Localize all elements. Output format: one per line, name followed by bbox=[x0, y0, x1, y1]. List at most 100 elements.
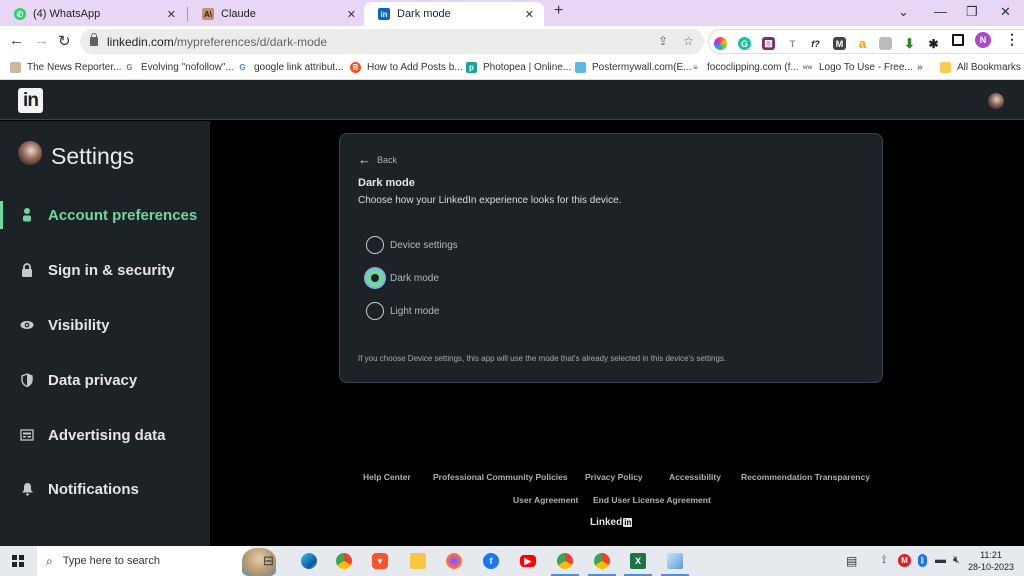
menu-icon[interactable]: ⋮ bbox=[1005, 31, 1019, 48]
m-icon[interactable]: M bbox=[833, 37, 846, 50]
footer-link-user-agreement[interactable]: User Agreement bbox=[513, 495, 578, 505]
notepad-icon[interactable] bbox=[667, 553, 683, 569]
sidebar-item-advertising-data[interactable]: Advertising data bbox=[0, 420, 210, 450]
bookmark-label: Photopea | Online... bbox=[483, 62, 572, 73]
bookmark-star-icon[interactable]: ☆ bbox=[683, 34, 694, 48]
dark-mode-card: ← Back Dark mode Choose how your LinkedI… bbox=[339, 133, 883, 383]
address-bar[interactable]: linkedin.com/mypreferences/d/dark-mode ⇪… bbox=[80, 29, 704, 54]
bookmark-item[interactable]: Postermywall.com(E... bbox=[575, 62, 691, 73]
chrome-icon[interactable] bbox=[336, 553, 352, 569]
bookmark-label: google link attribut... bbox=[254, 62, 344, 73]
screenshot-icon[interactable] bbox=[879, 37, 892, 50]
tab-search-button[interactable]: ⌄ bbox=[898, 4, 909, 20]
chrome-profile-icon[interactable] bbox=[557, 553, 573, 569]
bookmark-item[interactable]: p Photopea | Online... bbox=[466, 62, 571, 73]
bookmark-item[interactable]: ww Logo To Use - Free... bbox=[802, 62, 913, 73]
close-window-button[interactable]: ✕ bbox=[1000, 4, 1011, 20]
profile-avatar[interactable] bbox=[18, 141, 42, 165]
windows-start-icon[interactable] bbox=[12, 555, 24, 567]
a-icon[interactable]: a bbox=[856, 36, 869, 51]
footer-link-accessibility[interactable]: Accessibility bbox=[669, 472, 721, 482]
radio-button[interactable] bbox=[366, 302, 384, 320]
tab-dark-mode[interactable]: in Dark mode ✕ bbox=[364, 2, 544, 26]
close-tab-icon[interactable]: ✕ bbox=[167, 8, 176, 21]
back-arrow-icon[interactable]: ← bbox=[9, 32, 24, 49]
puzzle-icon[interactable]: ✱ bbox=[927, 37, 940, 51]
color-picker-icon[interactable] bbox=[714, 37, 727, 50]
sidebar-item-data-privacy[interactable]: Data privacy bbox=[0, 365, 210, 395]
bookmarks-overflow-button[interactable]: » bbox=[917, 62, 923, 73]
restore-button[interactable]: ❐ bbox=[966, 4, 978, 20]
chrome-profile-2-icon[interactable] bbox=[594, 553, 610, 569]
claude-icon: A\ bbox=[202, 8, 214, 20]
tab-claude[interactable]: A\ Claude ✕ bbox=[188, 2, 366, 26]
firefox-icon[interactable] bbox=[446, 553, 462, 569]
brave-icon[interactable]: ▼ bbox=[372, 553, 388, 569]
radio-option-light-mode[interactable]: Light mode bbox=[366, 301, 439, 321]
sidebar-item-account-preferences[interactable]: Account preferences bbox=[0, 200, 210, 230]
radio-option-dark-mode[interactable]: Dark mode bbox=[366, 268, 439, 288]
share-icon[interactable]: ⇪ bbox=[658, 34, 668, 48]
sidebar-item-label: Notifications bbox=[48, 480, 139, 498]
sidebar-item-sign-in-security[interactable]: Sign in & security bbox=[0, 255, 210, 285]
file-explorer-icon[interactable] bbox=[410, 553, 426, 569]
taskbar-search-placeholder: Type here to search bbox=[62, 555, 160, 567]
download-icon[interactable]: ⬇ bbox=[903, 36, 916, 51]
reload-icon[interactable]: ↻ bbox=[58, 32, 71, 50]
footer-link-community-policies[interactable]: Professional Community Policies bbox=[433, 472, 568, 482]
youtube-icon[interactable]: ▶ bbox=[520, 555, 536, 567]
eye-icon bbox=[20, 318, 34, 332]
browser-tab-bar: ✆ (4) WhatsApp ✕ A\ Claude ✕ in Dark mod… bbox=[0, 0, 1024, 26]
tab-label: Claude bbox=[221, 8, 256, 20]
new-tab-button[interactable]: + bbox=[554, 2, 563, 20]
side-panel-icon[interactable] bbox=[952, 34, 964, 46]
footer-link-privacy-policy[interactable]: Privacy Policy bbox=[585, 472, 643, 482]
facebook-icon[interactable]: f bbox=[483, 553, 499, 569]
mega-icon[interactable]: M bbox=[898, 554, 911, 567]
linkedin-logo[interactable]: in bbox=[18, 88, 43, 113]
sidebar-item-visibility[interactable]: Visibility bbox=[0, 310, 210, 340]
profile-avatar[interactable]: N bbox=[975, 32, 991, 48]
forward-arrow-icon[interactable]: → bbox=[34, 32, 49, 49]
close-tab-icon[interactable]: ✕ bbox=[525, 8, 534, 21]
back-link[interactable]: ← Back bbox=[358, 152, 397, 167]
sidebar-item-label: Visibility bbox=[48, 316, 110, 334]
network-icon[interactable]: ⟟ bbox=[882, 554, 886, 567]
blogger-icon: B bbox=[350, 62, 361, 73]
excel-icon[interactable]: X bbox=[630, 553, 646, 569]
news-widget-icon[interactable]: ▤ bbox=[846, 554, 857, 568]
edge-icon[interactable] bbox=[301, 553, 317, 569]
extension-icon[interactable]: ▥ bbox=[762, 37, 775, 50]
header-avatar[interactable] bbox=[988, 93, 1004, 109]
font-icon[interactable]: f? bbox=[809, 37, 822, 50]
bookmark-item[interactable]: Ggoogle link attribut... bbox=[237, 62, 344, 73]
bookmark-item[interactable]: ≡ fococlipping.com (f... bbox=[690, 62, 799, 73]
bookmark-label: Postermywall.com(E... bbox=[592, 62, 692, 73]
minimize-button[interactable]: — bbox=[934, 4, 947, 19]
radio-button-selected[interactable] bbox=[366, 269, 384, 287]
bookmark-item[interactable]: The News Reporter... bbox=[10, 62, 121, 73]
volume-muted-icon[interactable]: 🔇︎ bbox=[953, 554, 960, 567]
radio-label: Dark mode bbox=[390, 272, 439, 284]
clock[interactable]: 11:21 28-10-2023 bbox=[968, 549, 1014, 573]
all-bookmarks[interactable]: All Bookmarks bbox=[940, 62, 1021, 73]
taskbar-search-box[interactable]: ⌕ Type here to search bbox=[37, 546, 276, 576]
footer-link-eula[interactable]: End User License Agreement bbox=[593, 495, 711, 505]
bookmark-item[interactable]: G Evolving "nofollow"... bbox=[124, 62, 233, 73]
tab-whatsapp[interactable]: ✆ (4) WhatsApp ✕ bbox=[0, 2, 186, 26]
footer-link-help-center[interactable]: Help Center bbox=[363, 472, 411, 482]
bookmark-label: fococlipping.com (f... bbox=[707, 62, 799, 73]
text-icon[interactable]: T bbox=[786, 37, 799, 50]
google-icon: G bbox=[126, 63, 133, 72]
footer-link-recommendation-transparency[interactable]: Recommendation Transparency bbox=[741, 472, 870, 482]
sidebar-item-notifications[interactable]: Notifications bbox=[0, 474, 210, 504]
bookmark-item[interactable]: B How to Add Posts b... bbox=[350, 62, 463, 73]
task-view-icon[interactable]: ⊟ bbox=[263, 553, 274, 569]
bluetooth-icon[interactable]: ᛒ bbox=[918, 554, 927, 567]
close-tab-icon[interactable]: ✕ bbox=[347, 8, 356, 21]
battery-icon[interactable]: ▬ bbox=[935, 554, 946, 566]
grammarly-icon[interactable]: G bbox=[738, 37, 751, 50]
radio-button[interactable] bbox=[366, 236, 384, 254]
postermywall-icon bbox=[575, 62, 586, 73]
radio-option-device-settings[interactable]: Device settings bbox=[366, 235, 458, 255]
